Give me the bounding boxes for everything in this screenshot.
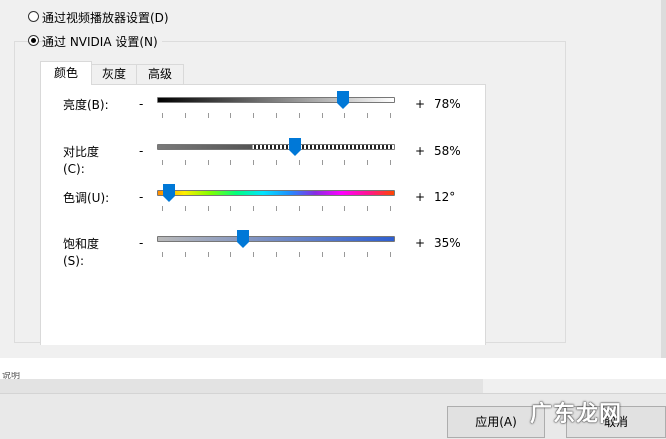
hue-slider-thumb[interactable]	[162, 184, 175, 202]
tick-mark	[276, 252, 277, 257]
brightness-slider-track[interactable]	[157, 97, 395, 103]
tick-mark	[276, 206, 277, 211]
tick-mark	[344, 113, 346, 118]
hue-slider-track[interactable]	[157, 190, 395, 196]
saturation-slider-thumb[interactable]	[236, 230, 249, 248]
hue-minus: -	[139, 190, 144, 204]
tick-mark	[298, 113, 300, 118]
tick-mark	[184, 252, 186, 257]
color-tab-panel	[40, 84, 486, 345]
tick-mark	[298, 206, 300, 211]
tick-mark	[207, 113, 209, 118]
content-bottom	[0, 358, 666, 380]
tick-mark	[184, 160, 186, 165]
brightness-ticks	[162, 113, 391, 119]
contrast-plus: +	[415, 144, 426, 158]
tab-color[interactable]: 颜色	[40, 61, 92, 85]
tick-mark	[321, 252, 323, 257]
tab-advanced[interactable]: 高级	[136, 64, 184, 84]
hue-label: 色调(U):	[63, 191, 110, 205]
tick-mark	[276, 113, 277, 118]
contrast-slider-thumb[interactable]	[289, 138, 302, 156]
saturation-minus: -	[139, 236, 144, 250]
hue-ticks	[162, 206, 391, 212]
saturation-label: 饱和度 (S):	[63, 237, 100, 268]
contrast-ticks	[162, 160, 391, 166]
tick-mark	[230, 252, 232, 257]
tick-mark	[253, 206, 255, 211]
tick-mark	[344, 160, 346, 165]
tab-grayscale[interactable]: 灰度	[91, 64, 137, 84]
tick-mark	[184, 206, 186, 211]
truncated-label: 说明	[2, 372, 21, 379]
tick-mark	[230, 113, 232, 118]
tick-mark	[253, 160, 255, 165]
brightness-value: 78%	[434, 97, 461, 111]
tick-mark	[207, 160, 209, 165]
brightness-label: 亮度(B):	[63, 98, 109, 112]
saturation-value: 35%	[434, 236, 461, 250]
tick-mark	[298, 160, 300, 165]
vertical-scrollbar[interactable]	[661, 0, 666, 358]
tick-mark	[390, 206, 391, 211]
contrast-value: 58%	[434, 144, 461, 158]
tick-mark	[367, 252, 369, 257]
tick-mark	[230, 206, 232, 211]
tick-mark	[321, 113, 323, 118]
tick-mark	[390, 252, 391, 257]
saturation-ticks	[162, 252, 391, 258]
tick-mark	[344, 206, 346, 211]
nvidia-radio[interactable]	[28, 35, 39, 46]
hue-plus: +	[415, 190, 426, 204]
tick-mark	[162, 113, 163, 118]
brightness-plus: +	[415, 97, 426, 111]
tick-mark	[390, 113, 391, 118]
tick-mark	[321, 206, 323, 211]
tick-mark	[162, 206, 163, 211]
tick-mark	[367, 206, 369, 211]
horizontal-scrollbar-thumb[interactable]	[0, 379, 483, 393]
tick-mark	[367, 160, 369, 165]
video-player-radio-label[interactable]: 通过视频播放器设置(D)	[42, 9, 169, 26]
tick-mark	[321, 160, 323, 165]
tick-mark	[230, 160, 232, 165]
tick-mark	[253, 252, 255, 257]
tick-mark	[367, 113, 369, 118]
hue-value: 12°	[434, 190, 456, 204]
contrast-slider-track[interactable]	[157, 144, 395, 150]
tick-mark	[253, 113, 255, 118]
tick-mark	[162, 160, 163, 165]
tick-mark	[390, 160, 391, 165]
watermark-logo: 广东龙网	[530, 402, 623, 427]
tick-mark	[207, 252, 209, 257]
contrast-minus: -	[139, 144, 144, 158]
tick-mark	[298, 252, 300, 257]
brightness-slider-thumb[interactable]	[336, 91, 349, 109]
tick-mark	[162, 252, 163, 257]
nvidia-radio-label[interactable]: 通过 NVIDIA 设置(N)	[42, 33, 162, 50]
brightness-minus: -	[139, 97, 144, 111]
tick-mark	[207, 206, 209, 211]
saturation-slider-track[interactable]	[157, 236, 395, 242]
tick-mark	[344, 252, 346, 257]
contrast-label: 对比度 (C):	[63, 145, 100, 176]
tick-mark	[276, 160, 277, 165]
saturation-plus: +	[415, 236, 426, 250]
tick-mark	[184, 113, 186, 118]
horizontal-scrollbar-track[interactable]	[483, 379, 666, 393]
video-player-radio[interactable]	[28, 11, 39, 22]
